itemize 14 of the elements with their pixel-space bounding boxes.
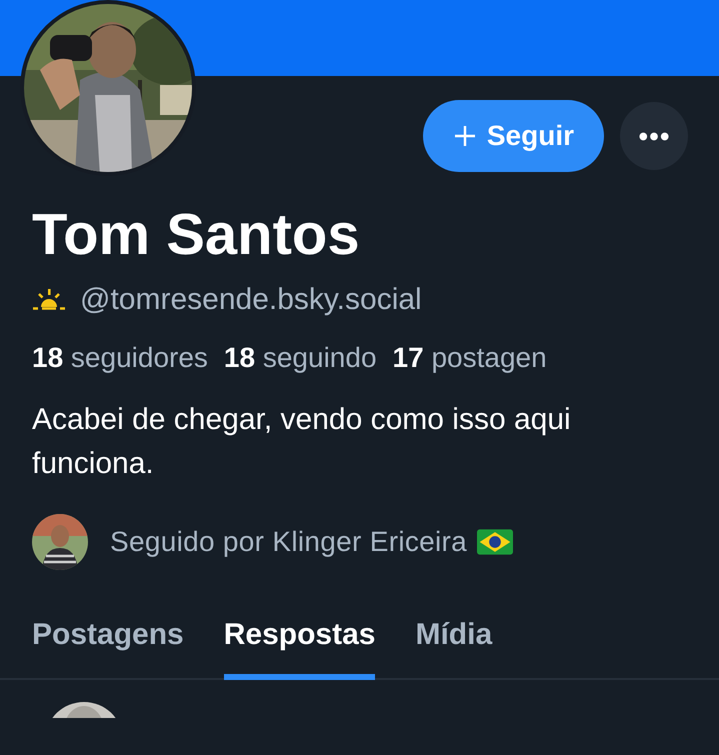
- stat-text[interactable]: 18 seguindo: [224, 340, 377, 376]
- tab[interactable]: Postagens: [32, 618, 184, 680]
- brazil-flag-icon: [477, 529, 514, 555]
- followed-by-text: Seguido por Klinger Ericeira: [110, 526, 468, 558]
- tab[interactable]: Respostas: [224, 618, 376, 680]
- stat-text[interactable]: 17 postagen: [392, 340, 547, 376]
- profile-name: Tom Santos: [32, 201, 361, 269]
- profile-handle[interactable]: @tomresende.bsky.social: [80, 280, 422, 320]
- stat-text[interactable]: 18 seguidores: [32, 340, 208, 376]
- more-icon: [639, 132, 669, 140]
- profile-bio: Acabei de chegar, vendo como isso aqui funciona.: [32, 402, 572, 482]
- sunrise-icon: [32, 289, 66, 311]
- plus-icon: [452, 124, 477, 148]
- tab[interactable]: Mídia: [415, 618, 492, 680]
